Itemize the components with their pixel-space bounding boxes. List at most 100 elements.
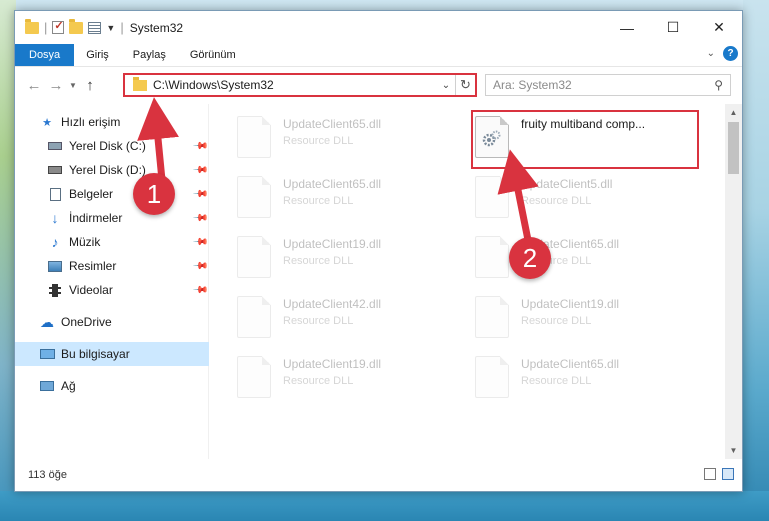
sidebar-item-label: İndirmeler: [69, 211, 123, 225]
details-view-icon[interactable]: [704, 468, 716, 480]
tab-view[interactable]: Görünüm: [178, 44, 248, 66]
expand-ribbon-chevron-icon[interactable]: ⌄: [707, 48, 715, 59]
sidebar-item-music[interactable]: ♪ Müzik 📌: [15, 230, 209, 254]
dll-file-icon: [475, 236, 509, 278]
sidebar-item-downloads[interactable]: ↓ İndirmeler 📌: [15, 206, 209, 230]
back-arrow-icon[interactable]: ←: [23, 77, 45, 94]
music-icon: ♪: [51, 234, 59, 250]
recent-locations-chevron-icon[interactable]: ▼: [67, 81, 79, 90]
cloud-icon: ☁: [40, 313, 54, 330]
drive-d-icon: [47, 163, 63, 177]
sidebar-item-drive-c[interactable]: Yerel Disk (C:) 📌: [15, 134, 209, 158]
file-type: Resource DLL: [283, 375, 354, 387]
sidebar-item-label: Yerel Disk (D:): [69, 163, 146, 177]
pin-icon[interactable]: 📌: [191, 162, 208, 179]
dll-file-icon: [475, 176, 509, 218]
file-item[interactable]: UpdateClient65.dll Resource DLL: [475, 354, 695, 406]
file-type: Resource DLL: [521, 315, 592, 327]
file-item[interactable]: UpdateClient19.dll Resource DLL: [237, 234, 457, 286]
scroll-up-icon[interactable]: ▲: [725, 104, 742, 121]
sidebar-item-documents[interactable]: Belgeler 📌: [15, 182, 209, 206]
window-title: System32: [129, 20, 184, 35]
navigation-pane: ★ Hızlı erişim Yerel Disk (C:) 📌 Yerel D…: [15, 104, 209, 459]
help-icon[interactable]: ?: [723, 46, 738, 61]
sidebar-item-drive-d[interactable]: Yerel Disk (D:) 📌: [15, 158, 209, 182]
properties-icon[interactable]: [88, 21, 102, 34]
maximize-button[interactable]: ☐: [650, 11, 696, 44]
pin-icon[interactable]: 📌: [191, 138, 208, 155]
file-item[interactable]: UpdateClient65.dll Resource DLL: [237, 174, 457, 226]
tab-home[interactable]: Giriş: [74, 44, 121, 66]
properties-check-icon[interactable]: [52, 19, 65, 34]
sidebar-item-label: Ağ: [61, 379, 76, 393]
sidebar-item-onedrive[interactable]: ☁ OneDrive: [15, 310, 209, 334]
file-name: UpdateClient42.dll: [283, 297, 382, 311]
pin-icon[interactable]: 📌: [191, 186, 208, 203]
sidebar-item-this-pc[interactable]: Bu bilgisayar: [15, 342, 209, 366]
vertical-scrollbar[interactable]: ▲ ▼: [725, 104, 742, 459]
file-item[interactable]: UpdateClient42.dll Resource DLL: [237, 294, 457, 346]
file-item[interactable]: UpdateClient5.dll Resource DLL: [475, 174, 695, 226]
file-type: Resource DLL: [521, 195, 592, 207]
quick-access-toolbar: | ▼ |: [15, 18, 124, 35]
dll-file-icon: [237, 356, 271, 398]
sidebar-item-label: Resimler: [69, 259, 117, 273]
sidebar-item-network[interactable]: Ağ: [15, 374, 209, 398]
sidebar-item-pictures[interactable]: Resimler 📌: [15, 254, 209, 278]
file-name: UpdateClient65.dll: [283, 177, 382, 191]
folder-icon: [133, 76, 147, 91]
file-type: Resource DLL: [283, 315, 354, 327]
separator: |: [120, 20, 124, 35]
file-type: Resource DLL: [521, 375, 592, 387]
tab-share[interactable]: Paylaş: [121, 44, 178, 66]
scrollbar-thumb[interactable]: [728, 122, 739, 174]
pin-icon[interactable]: 📌: [191, 234, 208, 251]
pin-icon[interactable]: 📌: [191, 210, 208, 227]
file-item[interactable]: UpdateClient19.dll Resource DLL: [475, 294, 695, 346]
file-list: UpdateClient65.dll Resource DLL UpdateCli…: [209, 104, 742, 459]
tiles-view-icon[interactable]: [722, 468, 734, 480]
file-name: UpdateClient65.dll: [283, 117, 382, 131]
customize-toolbar-chevron-icon[interactable]: ▼: [106, 23, 115, 33]
new-folder-icon[interactable]: [69, 18, 84, 34]
dll-file-icon: [237, 296, 271, 338]
search-icon[interactable]: ⚲: [714, 78, 723, 92]
window-controls: — ☐ ✕: [604, 11, 742, 44]
file-item[interactable]: UpdateClient19.dll Resource DLL: [237, 354, 457, 406]
file-type: Resource DLL: [283, 195, 354, 207]
refresh-icon[interactable]: ↻: [455, 75, 475, 95]
view-toggle: [704, 468, 734, 480]
ribbon-right-controls: ⌄ ?: [707, 46, 738, 61]
sidebar-item-label: Bu bilgisayar: [61, 347, 130, 361]
dll-file-icon: [237, 236, 271, 278]
main-area: ★ Hızlı erişim Yerel Disk (C:) 📌 Yerel D…: [15, 104, 742, 459]
sidebar-item-videos[interactable]: Videolar 📌: [15, 278, 209, 302]
item-count: 113 öğe: [28, 469, 67, 481]
separator: |: [44, 20, 48, 35]
sidebar-item-label: Belgeler: [69, 187, 114, 201]
forward-arrow-icon[interactable]: →: [45, 77, 67, 94]
up-arrow-icon[interactable]: ↑: [79, 77, 101, 94]
address-dropdown-chevron-icon[interactable]: ⌄: [437, 80, 455, 91]
sidebar-item-label: Hızlı erişim: [61, 115, 121, 129]
file-item[interactable]: UpdateClient65.dll Resource DLL: [475, 234, 695, 286]
sidebar-item-quick-access[interactable]: ★ Hızlı erişim: [15, 110, 209, 134]
file-type: Resource DLL: [283, 135, 354, 147]
sidebar-item-label: Videolar: [69, 283, 113, 297]
close-button[interactable]: ✕: [696, 11, 742, 44]
minimize-button[interactable]: —: [604, 11, 650, 44]
pin-icon[interactable]: 📌: [191, 258, 208, 275]
pin-icon[interactable]: 📌: [191, 282, 208, 299]
file-item[interactable]: UpdateClient65.dll Resource DLL: [237, 114, 457, 166]
scroll-down-icon[interactable]: ▼: [725, 442, 742, 459]
tab-file[interactable]: Dosya: [15, 44, 75, 66]
file-name: UpdateClient5.dll: [521, 177, 613, 191]
status-bar: 113 öğe: [15, 459, 742, 491]
address-bar[interactable]: C:\Windows\System32 ⌄ ↻: [123, 73, 477, 97]
desktop-background-right: [743, 0, 769, 521]
sidebar-item-label: Yerel Disk (C:): [69, 139, 146, 153]
search-input[interactable]: Ara: System32 ⚲: [485, 74, 731, 96]
address-path[interactable]: C:\Windows\System32: [153, 78, 437, 92]
explorer-window: | ▼ | System32 — ☐ ✕ Dosya Giriş Paylaş …: [14, 10, 743, 492]
file-type: Resource DLL: [283, 255, 354, 267]
